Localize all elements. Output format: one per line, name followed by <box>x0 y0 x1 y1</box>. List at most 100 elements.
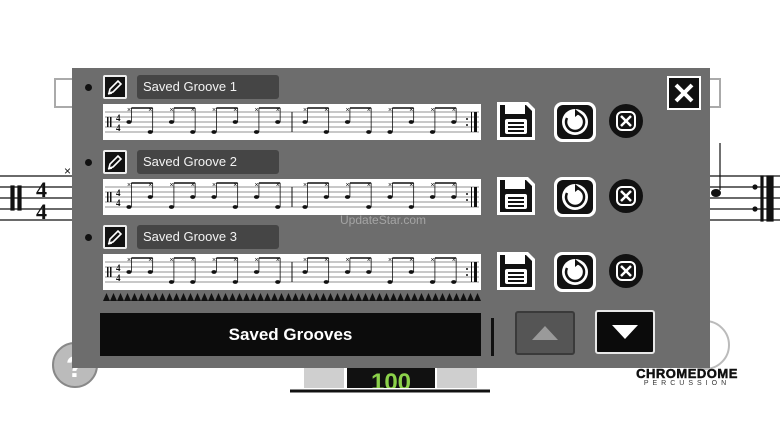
svg-text:×: × <box>148 257 152 264</box>
svg-text:×: × <box>324 257 328 264</box>
bullet-marker <box>85 159 92 166</box>
triangle-up-icon <box>532 326 558 340</box>
saved-grooves-title: Saved Grooves <box>100 313 481 356</box>
svg-text:×: × <box>431 182 435 189</box>
brand-sub: PERCUSSION <box>643 380 731 387</box>
close-modal-button[interactable] <box>667 76 701 110</box>
svg-text:×: × <box>388 182 392 189</box>
svg-text:×: × <box>303 182 307 189</box>
load-groove-button[interactable] <box>553 251 597 298</box>
load-groove-button[interactable] <box>553 101 597 148</box>
svg-text:×: × <box>303 107 307 114</box>
delete-groove-button[interactable] <box>608 178 644 219</box>
load-groove-button[interactable] <box>553 176 597 223</box>
floppy-disk-icon <box>497 252 535 290</box>
page-down-button[interactable] <box>595 310 655 354</box>
svg-text:×: × <box>255 257 259 264</box>
groove-name-field[interactable]: Saved Groove 3 <box>137 225 279 249</box>
groove-name-field[interactable]: Saved Groove 1 <box>137 75 279 99</box>
svg-text:×: × <box>191 107 195 114</box>
x-circle-icon <box>609 254 643 288</box>
groove-notation: 44 × × × × × × × × × × × × × × × × <box>103 254 481 290</box>
x-circle-icon <box>609 179 643 213</box>
svg-text:×: × <box>276 182 280 189</box>
svg-text:×: × <box>409 257 413 264</box>
svg-text:4: 4 <box>116 113 121 123</box>
floppy-disk-icon <box>497 102 535 140</box>
svg-text:×: × <box>233 107 237 114</box>
svg-text:×: × <box>212 107 216 114</box>
tempo-increase-button[interactable] <box>437 366 477 388</box>
pencil-icon <box>107 229 123 245</box>
svg-text:×: × <box>255 182 259 189</box>
svg-text:×: × <box>346 182 350 189</box>
circular-arrow-icon <box>554 177 596 217</box>
save-groove-button[interactable] <box>495 250 537 297</box>
svg-text:×: × <box>191 257 195 264</box>
footer-divider <box>491 318 494 356</box>
svg-text:×: × <box>233 182 237 189</box>
saved-grooves-modal: Saved Groove 1 4 4 × × × × × × × × × × × × × × × × Saved … <box>72 68 710 368</box>
svg-text:×: × <box>127 107 131 114</box>
svg-text:4: 4 <box>116 188 121 198</box>
svg-text:×: × <box>409 107 413 114</box>
svg-text:×: × <box>148 107 152 114</box>
pencil-icon <box>107 79 123 95</box>
svg-text:×: × <box>233 257 237 264</box>
svg-text:×: × <box>431 107 435 114</box>
brand-name: CHROMEDOME <box>636 366 738 382</box>
svg-text:×: × <box>191 182 195 189</box>
floppy-disk-icon <box>497 177 535 215</box>
svg-text:×: × <box>127 182 131 189</box>
groove-slot-2: Saved Groove 2 4 4 × × × × × × × × × × × × × × × × <box>72 143 492 215</box>
background-staff-right <box>710 143 780 222</box>
svg-text:×: × <box>170 182 174 189</box>
edit-name-button[interactable] <box>103 75 127 99</box>
svg-text:×: × <box>64 164 71 178</box>
save-groove-button[interactable] <box>495 175 537 222</box>
groove-name-field[interactable]: Saved Groove 2 <box>137 150 279 174</box>
page-up-button[interactable] <box>515 311 575 355</box>
circular-arrow-icon <box>554 252 596 292</box>
groove-slot-1: Saved Groove 1 4 4 × × × × × × × × × × × × × × × × <box>72 68 492 140</box>
svg-text:×: × <box>212 182 216 189</box>
svg-text:×: × <box>324 107 328 114</box>
x-circle-icon <box>609 104 643 138</box>
svg-text:×: × <box>148 182 152 189</box>
edit-name-button[interactable] <box>103 150 127 174</box>
svg-text:×: × <box>346 257 350 264</box>
svg-text:×: × <box>452 107 456 114</box>
save-groove-button[interactable] <box>495 100 537 147</box>
svg-text:×: × <box>324 182 328 189</box>
svg-text:×: × <box>303 257 307 264</box>
svg-text:×: × <box>367 182 371 189</box>
delete-groove-button[interactable] <box>608 253 644 294</box>
close-icon <box>674 83 694 103</box>
svg-text:×: × <box>452 257 456 264</box>
svg-text:×: × <box>212 257 216 264</box>
svg-text:×: × <box>367 257 371 264</box>
svg-text:4: 4 <box>36 199 47 224</box>
svg-text:×: × <box>367 107 371 114</box>
bullet-marker <box>85 84 92 91</box>
notation-marks: 44 × × × × × × × × × × × × × × × × <box>105 182 479 209</box>
notation-marks: 44 × × × × × × × × × × × × × × × × <box>105 257 479 284</box>
svg-text:×: × <box>346 107 350 114</box>
pencil-icon <box>107 154 123 170</box>
watermark: UpdateStar.com <box>340 213 427 227</box>
svg-text:×: × <box>276 107 280 114</box>
svg-text:×: × <box>388 257 392 264</box>
svg-text:×: × <box>276 257 280 264</box>
svg-text:4: 4 <box>116 273 121 283</box>
svg-text:4: 4 <box>116 198 121 208</box>
svg-text:×: × <box>388 107 392 114</box>
notation-marks: 44 × × × × × × × × × × × × × × × × <box>105 107 479 134</box>
triangle-down-icon <box>612 325 638 339</box>
edit-name-button[interactable] <box>103 225 127 249</box>
groove-notation: 44 × × × × × × × × × × × × × × × × <box>103 179 481 215</box>
svg-text:4: 4 <box>116 263 121 273</box>
svg-text:×: × <box>255 107 259 114</box>
tempo-decrease-button[interactable] <box>304 366 344 388</box>
delete-groove-button[interactable] <box>608 103 644 144</box>
svg-text:×: × <box>452 182 456 189</box>
